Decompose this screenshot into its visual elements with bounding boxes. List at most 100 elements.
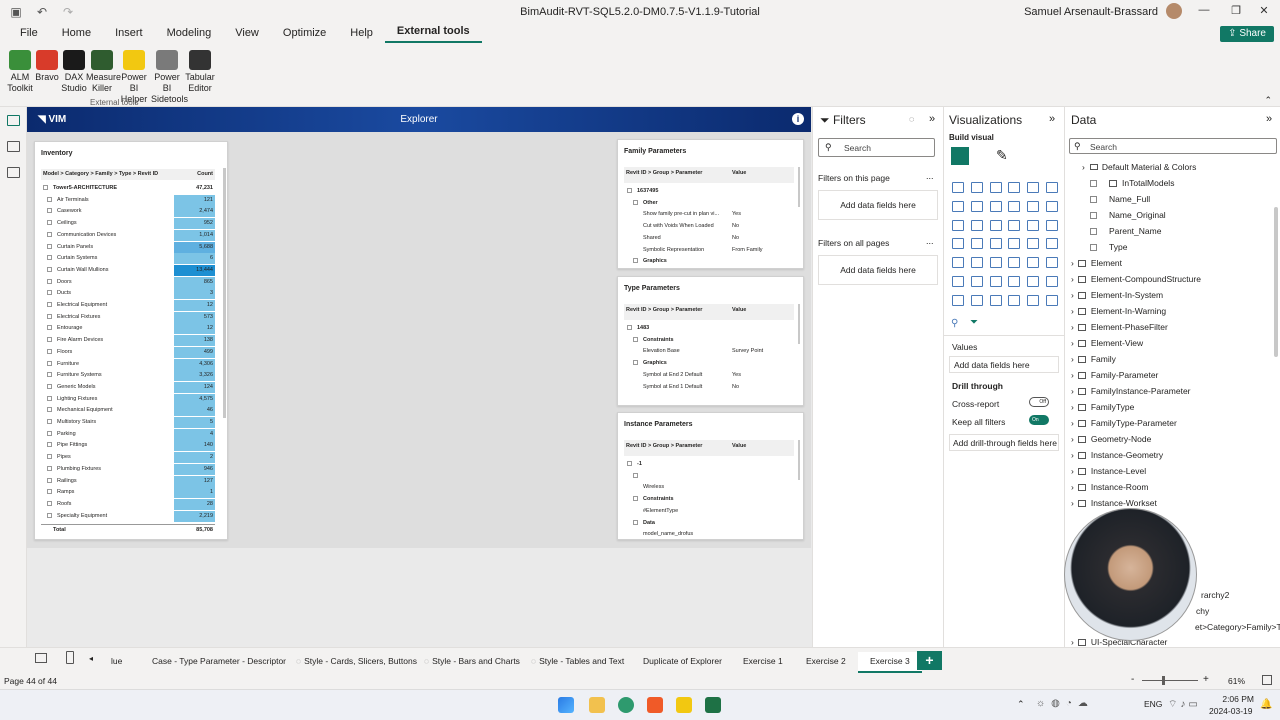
- table-item[interactable]: › Instance-Room: [1071, 482, 1148, 492]
- table-item[interactable]: › Element: [1071, 258, 1122, 268]
- table-item[interactable]: › Element-View: [1071, 338, 1143, 348]
- folder-item[interactable]: › Default Material & Colors: [1082, 162, 1196, 172]
- filters-page-well[interactable]: Add data fields here: [818, 190, 938, 220]
- 100-bar-icon[interactable]: [1027, 182, 1040, 193]
- page-tab[interactable]: Case - Type Parameter - Descriptor: [152, 656, 286, 666]
- column-header[interactable]: Revit ID > Group > Parameter: [626, 443, 702, 449]
- hide-filters-icon[interactable]: ◌: [909, 114, 914, 124]
- table-row[interactable]: Generic Models 124: [43, 381, 215, 393]
- line-chart-icon[interactable]: [952, 200, 964, 212]
- line-clustered-icon[interactable]: [1027, 200, 1040, 212]
- checkbox[interactable]: [1090, 212, 1097, 220]
- collapse-icon[interactable]: [633, 472, 638, 478]
- expand-icon[interactable]: [47, 255, 52, 261]
- treemap-icon[interactable]: [1046, 219, 1058, 231]
- model-view-icon[interactable]: [7, 167, 20, 178]
- table-row[interactable]: Furniture Systems 3,326: [43, 370, 215, 382]
- power-bi-icon[interactable]: [676, 697, 692, 713]
- instance-parameters-card[interactable]: Instance Parameters Revit ID > Group > P…: [617, 412, 804, 540]
- desktop-layout-icon[interactable]: [35, 653, 47, 663]
- table-row[interactable]: Shared No: [639, 233, 739, 244]
- table-item[interactable]: › Instance-Workset: [1071, 498, 1157, 508]
- donut-icon[interactable]: [1027, 219, 1040, 231]
- info-icon[interactable]: i: [792, 113, 804, 125]
- table-row[interactable]: Roofs 28: [43, 498, 215, 510]
- collapse-icon[interactable]: [633, 336, 638, 342]
- table-row[interactable]: Curtain Systems 6: [43, 253, 215, 265]
- table-row[interactable]: Railings 127: [43, 475, 215, 487]
- table-item[interactable]: › Instance-Geometry: [1071, 450, 1163, 460]
- brave-icon[interactable]: [647, 697, 663, 713]
- table-item[interactable]: › FamilyType-Parameter: [1071, 418, 1177, 428]
- zoom-slider[interactable]: [1142, 680, 1198, 681]
- decomposition-tree-icon[interactable]: [970, 276, 983, 287]
- waterfall-icon[interactable]: [952, 219, 964, 231]
- table-item[interactable]: › Family: [1071, 354, 1116, 364]
- table-row[interactable]: Multistory Stairs 5: [43, 417, 215, 428]
- expand-icon[interactable]: [47, 325, 52, 331]
- ribbon-tab[interactable]: Home: [50, 27, 103, 43]
- tool-button[interactable]: Measure Killer: [86, 47, 121, 94]
- table-item[interactable]: › Element-PhaseFilter: [1071, 322, 1168, 332]
- table-row[interactable]: Graphics: [633, 358, 667, 369]
- table-row[interactable]: Electrical Fixtures 573: [43, 311, 215, 323]
- expand-icon[interactable]: [47, 372, 52, 378]
- keep-filters-toggle[interactable]: On: [1029, 415, 1049, 425]
- multi-row-card-icon[interactable]: [1046, 238, 1058, 250]
- collapse-icon[interactable]: [633, 258, 638, 264]
- expand-icon[interactable]: [47, 348, 52, 354]
- scrollbar[interactable]: [1274, 207, 1278, 357]
- format-visual-icon[interactable]: ✎: [996, 147, 1008, 164]
- table-row[interactable]: Parking 4: [43, 428, 215, 440]
- column-header[interactable]: Model > Category > Family > Type > Revit…: [43, 171, 158, 177]
- ribbon-tab[interactable]: Optimize: [271, 27, 338, 43]
- table-row[interactable]: Casework 2,474: [43, 206, 215, 218]
- tool-button[interactable]: Power BI Sidetools: [151, 47, 188, 105]
- table-item[interactable]: › Element-In-Warning: [1071, 306, 1166, 316]
- stacked-bar-icon[interactable]: [952, 182, 964, 193]
- collapse-icon[interactable]: [627, 461, 632, 467]
- zoom-slider-handle[interactable]: [1162, 676, 1165, 685]
- funnel-icon[interactable]: [970, 219, 983, 231]
- table-item[interactable]: › Family-Parameter: [1071, 370, 1158, 380]
- avatar[interactable]: [1166, 3, 1182, 19]
- clock-time[interactable]: 2:06 PM: [1222, 694, 1254, 704]
- table-row[interactable]: Lighting Fixtures 4,575: [43, 393, 215, 405]
- column-header[interactable]: Count: [197, 171, 213, 177]
- file-explorer-icon[interactable]: [589, 697, 605, 713]
- expand-icon[interactable]: [47, 337, 52, 343]
- ribbon-tab[interactable]: External tools: [384, 25, 482, 43]
- table-item[interactable]: › FamilyType: [1071, 402, 1134, 412]
- checkbox[interactable]: [1090, 244, 1097, 252]
- field-item[interactable]: InTotalModels: [1090, 178, 1174, 188]
- zoom-in-button[interactable]: +: [1203, 674, 1209, 685]
- filter-search-input[interactable]: ⚲ Search: [818, 138, 935, 157]
- expand-icon[interactable]: [47, 360, 52, 366]
- expand-icon[interactable]: [47, 430, 52, 436]
- ribbon-tab[interactable]: Help: [338, 27, 385, 43]
- drill-through-well[interactable]: Add drill-through fields here: [949, 434, 1059, 451]
- filters-all-well[interactable]: Add data fields here: [818, 255, 938, 285]
- expand-icon[interactable]: [47, 220, 52, 226]
- language-indicator[interactable]: ENG: [1144, 699, 1162, 709]
- tool-button[interactable]: Tabular Editor: [184, 47, 216, 94]
- field-item[interactable]: Name_Full: [1090, 194, 1150, 204]
- scroll-left-icon[interactable]: ◂: [89, 654, 93, 663]
- collapse-ribbon-icon[interactable]: ⌃: [1264, 95, 1272, 106]
- table-row[interactable]: Air Terminals 121: [43, 194, 215, 206]
- expand-icon[interactable]: [47, 196, 52, 202]
- expand-icon[interactable]: [47, 302, 52, 308]
- expand-icon[interactable]: [47, 383, 52, 389]
- stacked-column-icon[interactable]: [970, 182, 983, 193]
- pie-icon[interactable]: [1008, 219, 1021, 231]
- table-row[interactable]: Data: [633, 518, 655, 529]
- stacked-area-icon[interactable]: [989, 200, 1002, 212]
- tray-overflow-icon[interactable]: ⌃: [1017, 699, 1025, 710]
- zoom-out-button[interactable]: -: [1131, 674, 1134, 685]
- collapse-icon[interactable]: [627, 325, 632, 331]
- collapse-icon[interactable]: [627, 188, 632, 194]
- area-chart-icon[interactable]: [970, 200, 983, 212]
- table-row[interactable]: Graphics: [633, 256, 667, 267]
- trophy-icon[interactable]: [1046, 276, 1058, 287]
- column-header[interactable]: Value: [732, 443, 746, 449]
